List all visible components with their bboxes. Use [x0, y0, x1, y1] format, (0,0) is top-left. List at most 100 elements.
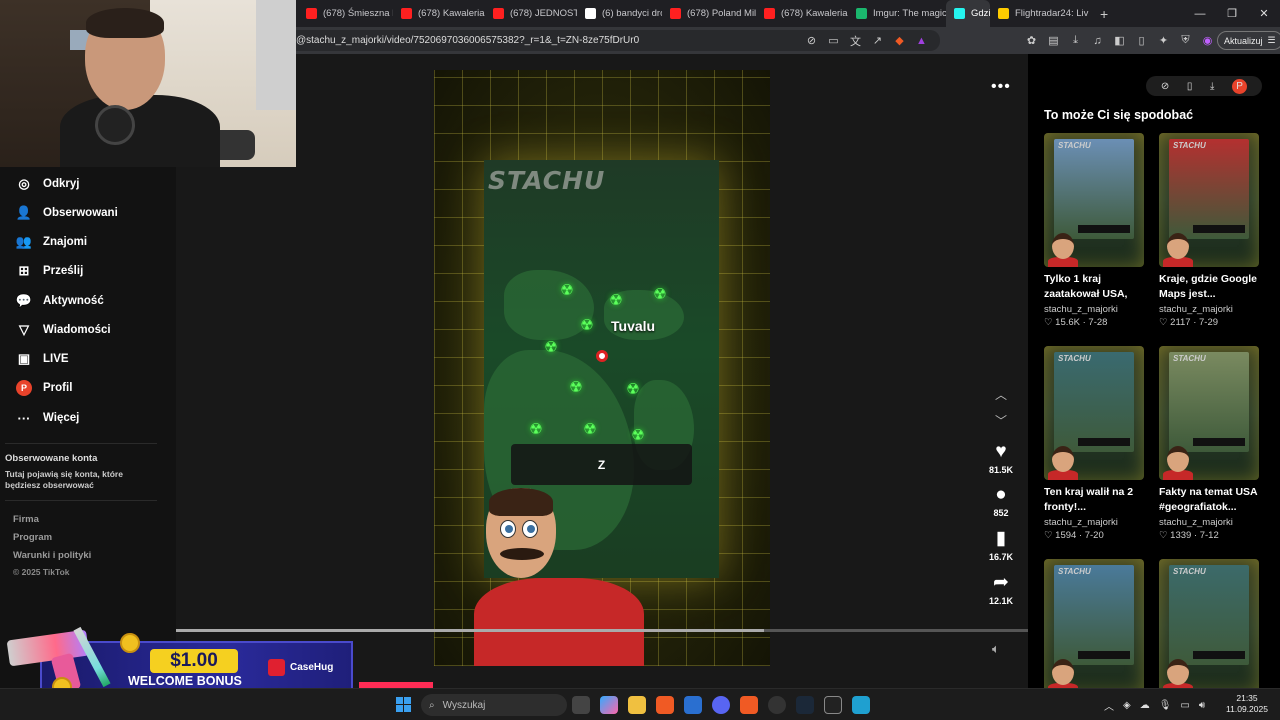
- brave-icon[interactable]: [656, 696, 674, 714]
- recommendation-author[interactable]: stachu_z_majorki: [1044, 304, 1144, 315]
- phone-icon[interactable]: ▯: [1187, 81, 1193, 92]
- new-tab-button[interactable]: +: [1090, 6, 1118, 22]
- tray-app-icon[interactable]: ◈: [1123, 700, 1131, 711]
- sidebar-item-odkryj[interactable]: ◎ Odkryj: [15, 174, 79, 194]
- wallet-icon[interactable]: ◉: [1201, 34, 1214, 47]
- speaker-icon[interactable]: 🔊︎: [1199, 700, 1205, 711]
- sidebar-item-prze-lij[interactable]: ⊞ Prześlij: [15, 261, 84, 281]
- next-video-icon[interactable]: ﹀: [991, 412, 1011, 429]
- maximize-button[interactable]: ❐: [1216, 7, 1248, 20]
- sidebar-item-wiadomo-ci[interactable]: ▽ Wiadomości: [15, 320, 111, 340]
- sidebar-item-wi-cej[interactable]: ··· Więcej: [15, 408, 80, 428]
- recommendation-stats: ♡ 1339 · 7-12: [1159, 530, 1219, 541]
- copilot-icon[interactable]: [600, 696, 618, 714]
- update-button[interactable]: Aktualizuj ☰: [1217, 31, 1280, 50]
- music-icon[interactable]: ♫: [1091, 34, 1104, 47]
- tab-label: (678) Kawaleria p: [418, 8, 485, 19]
- reader-icon[interactable]: ▤: [1047, 34, 1060, 47]
- coin-icon[interactable]: ⊘: [1161, 81, 1169, 92]
- recommendation-author[interactable]: stachu_z_majorki: [1159, 304, 1259, 315]
- save-button[interactable]: ▮ 16.7K: [981, 528, 1021, 562]
- video-frame[interactable]: STACHU ☢ ☢ ☢ ☢ ☢ ☢ ☢ ☢ ☢ ☢ Tuvalu Z: [434, 70, 770, 666]
- video-thumbnail[interactable]: STACHU: [1044, 133, 1144, 267]
- browser-tab[interactable]: (678) JEDNOSTK: [485, 0, 577, 27]
- profile-avatar[interactable]: P: [1232, 78, 1248, 94]
- leo-ai-icon[interactable]: ✦: [1157, 34, 1170, 47]
- ad-bonus-text: WELCOME BONUS: [128, 674, 242, 688]
- video-thumbnail[interactable]: STACHU: [1159, 346, 1259, 480]
- tracking-icon[interactable]: ⊘: [805, 34, 818, 47]
- video-thumbnail[interactable]: STACHU: [1159, 133, 1259, 267]
- network-icon[interactable]: ▭: [1180, 700, 1189, 711]
- discord-icon[interactable]: [712, 696, 730, 714]
- share-button[interactable]: ➦ 12.1K: [981, 572, 1021, 606]
- epic-games-icon[interactable]: [824, 696, 842, 714]
- recommendation-card[interactable]: STACHU Fakty na temat USA #geografiatok..…: [1159, 346, 1259, 541]
- taskbar-search[interactable]: ⌕ Wyszukaj: [421, 694, 567, 716]
- cast-icon[interactable]: ▭: [827, 34, 840, 47]
- download-app-icon[interactable]: ⤓: [1210, 81, 1214, 92]
- recommendation-card[interactable]: STACHU Tylko 1 kraj zaatakował USA, ni...…: [1044, 133, 1144, 328]
- recommendation-card[interactable]: STACHU: [1159, 559, 1259, 693]
- recommendation-title[interactable]: Tylko 1 kraj zaatakował USA, ni...: [1044, 272, 1144, 302]
- file-explorer-icon[interactable]: [628, 696, 646, 714]
- translate-icon[interactable]: 文: [849, 34, 862, 48]
- browser-tab[interactable]: (678) Kawaleria p: [393, 0, 485, 27]
- footer-link-program[interactable]: Program: [13, 532, 52, 543]
- recommendation-card[interactable]: STACHU Ten kraj walił na 2 fronty!... stac…: [1044, 346, 1144, 541]
- recommendation-title[interactable]: Ten kraj walił na 2 fronty!...: [1044, 485, 1144, 515]
- footer-link-company[interactable]: Firma: [13, 514, 39, 525]
- download-icon[interactable]: ⤓: [1069, 34, 1082, 47]
- comment-button[interactable]: ● 852: [981, 484, 1021, 518]
- steam-icon[interactable]: [796, 696, 814, 714]
- app-icon[interactable]: [768, 696, 786, 714]
- browser-tab[interactable]: (6) bandyci drog: [577, 0, 662, 27]
- bookmark-icon[interactable]: ▯: [1135, 34, 1148, 47]
- recommendation-card[interactable]: STACHU Kraje, gdzie Google Maps jest... st…: [1159, 133, 1259, 328]
- recommendation-author[interactable]: stachu_z_majorki: [1044, 517, 1144, 528]
- microphone-icon[interactable]: 🎙︎: [1159, 700, 1172, 711]
- video-thumbnail[interactable]: STACHU: [1044, 346, 1144, 480]
- recommendation-card[interactable]: STACHU: [1044, 559, 1144, 693]
- previous-video-icon[interactable]: ︿: [991, 386, 1011, 403]
- casino-ad-overlay[interactable]: $1.00 WELCOME BONUS CaseHug: [0, 625, 355, 697]
- video-thumbnail[interactable]: STACHU: [1159, 559, 1259, 693]
- sidebar-item-live[interactable]: ▣ LIVE: [15, 349, 69, 369]
- browser-tab[interactable]: (678) Śmieszna K: [298, 0, 393, 27]
- close-window-button[interactable]: ✕: [1248, 7, 1280, 20]
- task-view-icon[interactable]: [572, 696, 590, 714]
- volume-icon[interactable]: 🔈︎: [992, 641, 1000, 657]
- share-icon[interactable]: ↗: [871, 34, 884, 47]
- windows-start-icon[interactable]: [396, 697, 411, 712]
- browser-tab[interactable]: Imgur: The magic: [848, 0, 946, 27]
- sidebar-toggle-icon[interactable]: ◧: [1113, 34, 1126, 47]
- taskbar-clock[interactable]: 21:35 11.09.2025: [1222, 693, 1272, 715]
- browser-tab[interactable]: (678) Kawaleria P: [756, 0, 848, 27]
- sidebar-item-obserwowani[interactable]: 👤 Obserwowani: [15, 203, 118, 223]
- browser-tab[interactable]: Gdzie uc✕: [946, 0, 990, 27]
- sidebar-item-znajomi[interactable]: 👥 Znajomi: [15, 232, 87, 252]
- sidebar-item-aktywno-[interactable]: 💬 Aktywność: [15, 291, 104, 311]
- brave-shield-icon[interactable]: ◆: [893, 34, 906, 47]
- extensions-icon[interactable]: ✿: [1025, 34, 1038, 47]
- sidebar-item-label: Prześlij: [43, 265, 84, 277]
- like-button[interactable]: ♥ 81.5K: [981, 441, 1021, 475]
- footer-link-terms[interactable]: Warunki i polityki: [13, 550, 91, 561]
- top-right-actions: ⊘ ▯ ⤓ P: [1146, 76, 1262, 96]
- brave-rewards-icon[interactable]: ▲: [915, 34, 928, 47]
- store-icon[interactable]: [684, 696, 702, 714]
- minimize-button[interactable]: —: [1184, 8, 1216, 20]
- sidebar-item-profil[interactable]: P Profil: [15, 378, 72, 398]
- recommendation-title[interactable]: Kraje, gdzie Google Maps jest...: [1159, 272, 1259, 302]
- recommendation-author[interactable]: stachu_z_majorki: [1159, 517, 1259, 528]
- video-thumbnail[interactable]: STACHU: [1044, 559, 1144, 693]
- cloud-icon[interactable]: ☁: [1140, 700, 1150, 711]
- browser-tab[interactable]: (678) Poland Mili: [662, 0, 756, 27]
- recommendation-title[interactable]: Fakty na temat USA #geografiatok...: [1159, 485, 1259, 515]
- chevron-up-icon[interactable]: ︿: [1104, 698, 1114, 713]
- brave-active-icon[interactable]: [740, 696, 758, 714]
- notepad-icon[interactable]: [852, 696, 870, 714]
- browser-tab[interactable]: Flightradar24: Liv: [990, 0, 1090, 27]
- more-options-icon[interactable]: •••: [991, 78, 1011, 96]
- vpn-icon[interactable]: ⛨: [1179, 34, 1192, 47]
